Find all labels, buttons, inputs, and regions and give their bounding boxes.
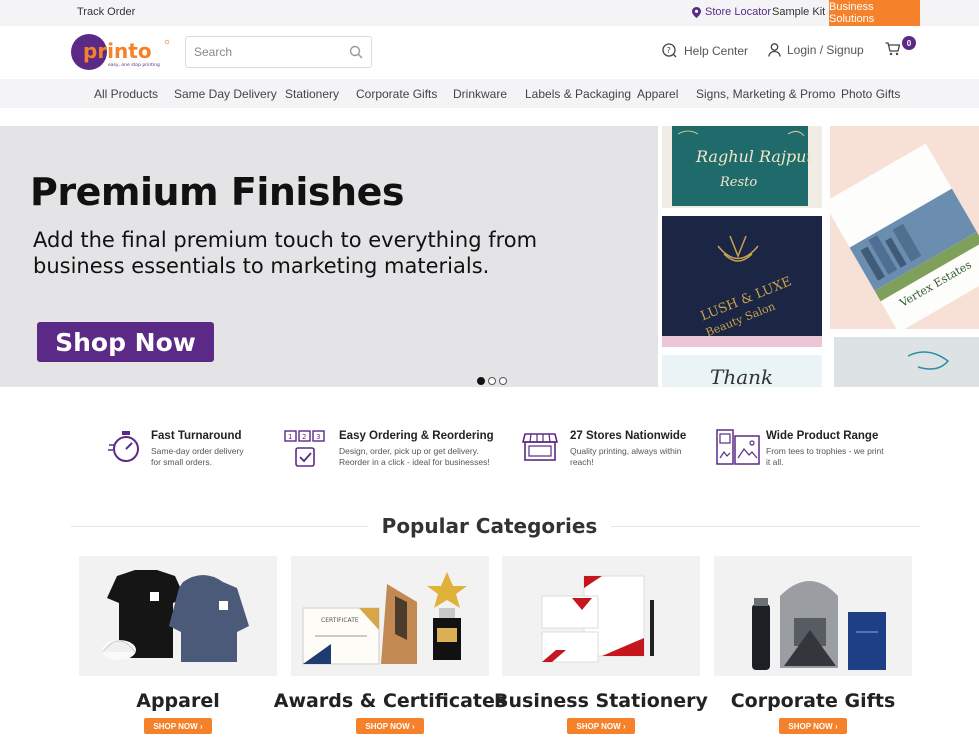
shop-now-label: SHOP NOW bbox=[365, 721, 410, 731]
shop-now-button[interactable]: Shop Now bbox=[37, 322, 214, 362]
nav-item-signs-marketing-promo[interactable]: Signs, Marketing & Promo bbox=[696, 87, 835, 101]
category-card-business-stationery[interactable]: Business Stationery SHOP NOW › bbox=[494, 556, 708, 734]
nav-item-stationery[interactable]: Stationery bbox=[285, 87, 339, 101]
hero-title: Premium Finishes bbox=[30, 170, 405, 214]
help-center-label: Help Center bbox=[684, 44, 749, 58]
svg-text:2: 2 bbox=[302, 433, 306, 441]
chevron-right-icon: › bbox=[199, 721, 203, 731]
feature-description-line2: reach! bbox=[570, 457, 594, 467]
shop-now-button[interactable]: SHOP NOW › bbox=[567, 718, 635, 734]
svg-text:?: ? bbox=[667, 46, 671, 55]
cart-count-badge: 0 bbox=[902, 36, 916, 50]
svg-text:3: 3 bbox=[316, 433, 320, 441]
carousel-dot-2[interactable] bbox=[488, 377, 496, 385]
feature-title: Wide Product Range bbox=[766, 430, 879, 442]
feature-description-line1: Quality printing, always within bbox=[570, 446, 682, 456]
awards-image: CERTIFICATE bbox=[291, 556, 489, 676]
category-name: Business Stationery bbox=[494, 690, 708, 712]
help-center-link[interactable]: ? Help Center bbox=[662, 43, 748, 59]
store-locator-link[interactable]: Store Locator bbox=[692, 6, 771, 18]
shop-now-label: SHOP NOW bbox=[153, 721, 198, 731]
logo-wordmark: printo bbox=[83, 39, 152, 63]
corporate-gifts-image bbox=[714, 556, 912, 676]
carousel-dot-1[interactable] bbox=[477, 377, 485, 385]
business-solutions-button[interactable]: Business Solutions bbox=[829, 0, 920, 26]
nav-item-apparel[interactable]: Apparel bbox=[637, 87, 678, 101]
hero-product-collage: Raghul Rajput Resto LUSH & LUXE Beauty S… bbox=[658, 126, 979, 387]
steps-checklist-icon: 1 2 3 bbox=[284, 430, 325, 467]
category-name: Awards & Certificates bbox=[273, 690, 507, 712]
search-box bbox=[185, 36, 372, 68]
printo-logo-mark: printo easy, one stop printing bbox=[71, 34, 170, 70]
feature-title: 27 Stores Nationwide bbox=[570, 430, 687, 442]
category-name: Apparel bbox=[136, 690, 220, 712]
nav-item-same-day-delivery[interactable]: Same Day Delivery bbox=[174, 87, 277, 101]
category-card-corporate-gifts[interactable]: Corporate Gifts SHOP NOW › bbox=[714, 556, 912, 734]
chevron-right-icon: › bbox=[411, 721, 415, 731]
sample-kit-link[interactable]: Sample Kit bbox=[772, 6, 825, 18]
svg-text:1: 1 bbox=[288, 433, 292, 441]
carousel-dots bbox=[477, 377, 507, 385]
feature-description-line2: Reorder in a click - ideal for businesse… bbox=[339, 457, 490, 467]
popular-categories-heading: Popular Categories bbox=[0, 514, 979, 538]
feature-title: Fast Turnaround bbox=[151, 430, 242, 442]
nav-item-all-products[interactable]: All Products bbox=[94, 87, 158, 101]
chevron-right-icon: › bbox=[834, 721, 838, 731]
stopwatch-icon bbox=[108, 431, 139, 462]
nav-item-corporate-gifts[interactable]: Corporate Gifts bbox=[356, 87, 437, 101]
top-utility-bar: Track Order Store Locator Sample Kit Bus… bbox=[0, 0, 979, 26]
category-card-awards-certificates[interactable]: CERTIFICATE Awards & Certificates SHOP N… bbox=[274, 556, 506, 734]
category-nav: All Products Same Day Delivery Stationer… bbox=[0, 79, 979, 108]
carousel-dot-3[interactable] bbox=[499, 377, 507, 385]
premium-cards-image: Raghul Rajput Resto LUSH & LUXE Beauty S… bbox=[662, 126, 979, 387]
nav-item-drinkware[interactable]: Drinkware bbox=[453, 87, 507, 101]
login-signup-label: Login / Signup bbox=[787, 43, 864, 57]
category-card-apparel[interactable]: Apparel SHOP NOW › bbox=[79, 556, 277, 734]
map-pin-icon bbox=[692, 6, 701, 18]
store-locator-label: Store Locator bbox=[705, 6, 772, 18]
feature-title: Easy Ordering & Reordering bbox=[339, 430, 494, 442]
cart-icon bbox=[885, 42, 901, 56]
printo-logo[interactable]: printo easy, one stop printing bbox=[71, 33, 171, 73]
site-header: printo easy, one stop printing ? Help Ce… bbox=[0, 26, 979, 79]
shop-now-label: SHOP NOW bbox=[788, 721, 833, 731]
hero-banner[interactable]: Premium Finishes Add the final premium t… bbox=[0, 126, 979, 387]
shop-now-label: SHOP NOW bbox=[576, 721, 621, 731]
logo-tagline: easy, one stop printing bbox=[108, 62, 160, 68]
nav-item-labels-packaging[interactable]: Labels & Packaging bbox=[525, 87, 631, 101]
invite-card-name: Raghul Rajput bbox=[695, 147, 813, 166]
search-icon[interactable] bbox=[349, 45, 363, 59]
chevron-right-icon: › bbox=[622, 721, 626, 731]
feature-description-line1: Design, order, pick up or get delivery. bbox=[339, 446, 479, 456]
storefront-icon bbox=[522, 433, 558, 461]
search-input[interactable] bbox=[194, 37, 344, 67]
popular-categories-title: Popular Categories bbox=[367, 514, 612, 538]
product-range-icon bbox=[716, 429, 760, 465]
feature-description-line1: From tees to trophies - we print bbox=[766, 446, 884, 456]
shop-now-button[interactable]: SHOP NOW › bbox=[356, 718, 424, 734]
category-name: Corporate Gifts bbox=[730, 690, 896, 712]
shop-now-button[interactable]: SHOP NOW › bbox=[144, 718, 212, 734]
help-chat-icon: ? bbox=[662, 43, 677, 58]
feature-description-line1: Same-day order delivery bbox=[151, 446, 244, 456]
track-order-link[interactable]: Track Order bbox=[77, 6, 135, 18]
shop-now-button[interactable]: SHOP NOW › bbox=[779, 718, 847, 734]
hero-subtitle: Add the final premium touch to everythin… bbox=[33, 228, 538, 278]
feature-description-line2: for small orders. bbox=[151, 457, 212, 467]
apparel-image bbox=[79, 556, 277, 676]
certificate-label: CERTIFICATE bbox=[321, 617, 359, 624]
thank-you-card-text: Thank bbox=[710, 365, 773, 387]
login-signup-link[interactable]: Login / Signup bbox=[768, 43, 864, 57]
feature-description-line2: it all. bbox=[766, 457, 784, 467]
nav-item-photo-gifts[interactable]: Photo Gifts bbox=[841, 87, 900, 101]
stationery-image bbox=[502, 556, 700, 676]
invite-card-subtext: Resto bbox=[719, 175, 757, 190]
user-icon bbox=[768, 43, 781, 57]
cart-button[interactable]: 0 bbox=[885, 36, 916, 61]
